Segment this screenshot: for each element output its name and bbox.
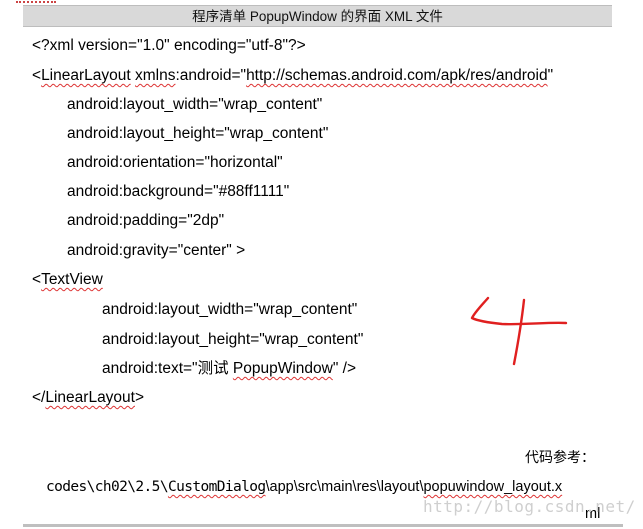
code-token-linearlayout-close: LinearLayout [45, 389, 135, 406]
bottom-rule [23, 524, 623, 527]
code-token-textview: TextView [41, 271, 103, 288]
code-token-popupwindow: PopupWindow [232, 360, 333, 377]
code-token: </ [32, 389, 46, 406]
reference-label: 代码参考： [525, 449, 595, 465]
code-token: :android=" [175, 67, 247, 84]
source-path: codes\ch02\2.5\CustomDialog\app\src\main… [46, 478, 562, 496]
code-token: < [32, 271, 42, 288]
code-line-xml-declaration: <?xml version="1.0" encoding="utf-8"?> [32, 37, 306, 54]
code-line-background: android:background="#88ff1111" [67, 183, 290, 200]
code-line-gravity: android:gravity="center" > [67, 242, 246, 259]
watermark: http://blog.csdn.net/ [423, 497, 636, 516]
path-segment: \app\src\main\res\layout\ [265, 479, 424, 495]
code-token-schema-url: http://schemas.android.com/apk/res/andro… [246, 67, 548, 84]
code-line-tv-layout-width: android:layout_width="wrap_content" [102, 301, 358, 318]
code-token: " [547, 67, 554, 84]
code-line-textview-open: <TextView [32, 270, 103, 290]
code-token: android:text=" [102, 360, 198, 377]
code-line-tv-text: android:text="测试 PopupWindow" /> [102, 359, 356, 379]
code-token-linearlayout: LinearLayout [41, 67, 131, 84]
code-line-padding: android:padding="2dp" [67, 212, 225, 229]
code-line-linearlayout-close: </LinearLayout> [32, 388, 144, 408]
path-segment-filename: popuwindow_layout.x [423, 479, 563, 495]
code-line-layout-width: android:layout_width="wrap_content" [67, 96, 323, 113]
code-token-xmlns: xmlns [135, 67, 176, 84]
code-line-tv-layout-height: android:layout_height="wrap_content" [102, 331, 364, 348]
top-decorative-rule [16, 0, 56, 3]
code-line-layout-height: android:layout_height="wrap_content" [67, 125, 329, 142]
code-token: > [134, 389, 145, 406]
listing-title: 程序清单 PopupWindow 的界面 XML 文件 [23, 5, 612, 27]
code-line-orientation: android:orientation="horizontal" [67, 154, 283, 171]
path-segment-customdialog: CustomDialog [167, 479, 266, 495]
code-token-test-chinese: 测试 [197, 360, 229, 377]
code-token: < [32, 67, 42, 84]
handwritten-annotation [470, 296, 568, 366]
path-segment: codes\ch02\2.5\ [46, 479, 169, 495]
code-line-linearlayout-open: <LinearLayout xmlns:android="http://sche… [32, 66, 553, 86]
code-token: " /> [332, 360, 357, 377]
